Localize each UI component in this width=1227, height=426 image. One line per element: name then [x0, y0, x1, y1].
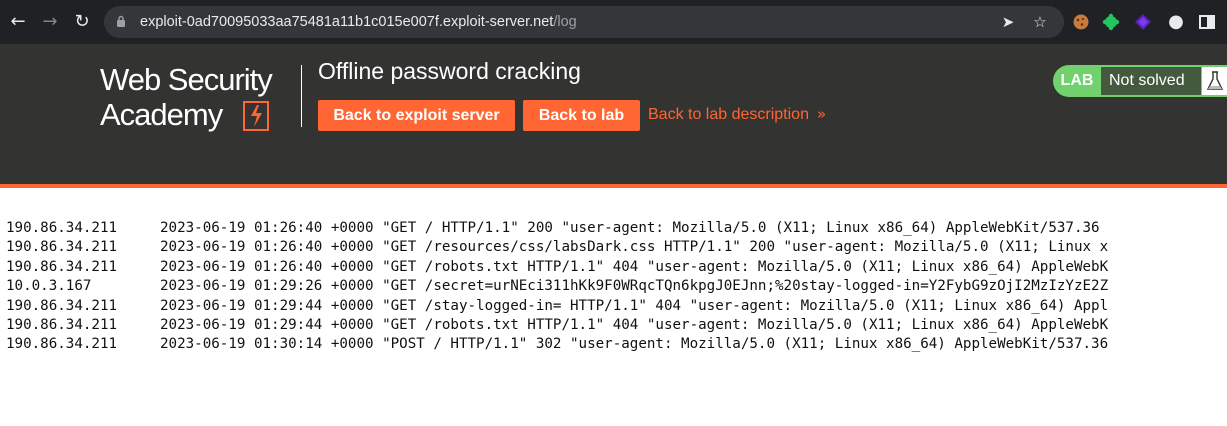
cookie-extension-icon[interactable]	[1072, 13, 1090, 31]
green-extension-icon[interactable]	[1102, 13, 1120, 31]
log-entry: 190.86.34.211 2023-06-19 01:26:40 +0000 "…	[6, 219, 1108, 238]
back-arrow-icon[interactable]: ←	[6, 10, 30, 34]
lab-title: Offline password cracking	[318, 58, 581, 84]
url-text[interactable]: exploit-0ad70095033aa75481a11b1c015e007f…	[140, 6, 577, 38]
sidepanel-icon[interactable]	[1198, 13, 1216, 31]
browser-toolbar: ← → ↻ exploit-0ad70095033aa75481a11b1c01…	[0, 0, 1227, 44]
log-entry: 190.86.34.211 2023-06-19 01:30:14 +0000 "…	[6, 335, 1108, 354]
forward-arrow-icon[interactable]: →	[38, 10, 62, 34]
log-entry: 190.86.34.211 2023-06-19 01:26:40 +0000 "…	[6, 238, 1108, 257]
flask-icon	[1201, 67, 1227, 95]
logo-line-1: Web Security	[100, 62, 273, 97]
log-entry-text: 2023-06-19 01:29:44 +0000 "GET /stay-log…	[160, 297, 1109, 314]
log-entry-ip: 190.86.34.211	[6, 316, 118, 333]
log-entry-ip: 190.86.34.211	[6, 239, 118, 256]
log-entry-text: 2023-06-19 01:26:40 +0000 "GET /robots.t…	[160, 258, 1109, 275]
send-icon[interactable]: ➤	[1000, 14, 1016, 30]
url-path: /log	[553, 14, 577, 30]
back-to-lab-description-link[interactable]: Back to lab description	[648, 106, 809, 124]
logo-bolt-icon	[243, 101, 269, 131]
header-accent-bar	[0, 184, 1227, 188]
log-entry-text: 2023-06-19 01:26:40 +0000 "GET / HTTP/1.…	[160, 220, 1100, 236]
log-entry-ip: 190.86.34.211	[6, 336, 118, 353]
log-entry-ip: 190.86.34.211	[6, 297, 118, 314]
back-to-lab-button[interactable]: Back to lab	[523, 100, 640, 131]
address-bar[interactable]: exploit-0ad70095033aa75481a11b1c015e007f…	[104, 6, 1064, 38]
log-entry-ip: 10.0.3.167	[6, 278, 92, 295]
access-log: 190.86.34.211 2023-06-19 01:26:40 +0000 "…	[6, 219, 1108, 355]
back-to-exploit-server-button[interactable]: Back to exploit server	[318, 100, 515, 131]
log-entry-ip: 190.86.34.211	[6, 220, 118, 236]
logo-line-2: Academy	[100, 97, 223, 132]
double-chevron-icon: »	[817, 105, 827, 123]
purple-extension-icon[interactable]	[1134, 13, 1152, 31]
log-entry-ip: 190.86.34.211	[6, 258, 118, 275]
url-host: exploit-0ad70095033aa75481a11b1c015e007f…	[140, 14, 554, 30]
logo-separator	[301, 65, 302, 127]
log-entry-text: 2023-06-19 01:29:44 +0000 "GET /robots.t…	[160, 316, 1109, 333]
log-entry-text: 2023-06-19 01:30:14 +0000 "POST / HTTP/1…	[160, 336, 1109, 353]
lab-status-tag: LAB	[1053, 65, 1101, 97]
star-icon[interactable]: ☆	[1032, 14, 1048, 30]
log-entry-text: 2023-06-19 01:26:40 +0000 "GET /resource…	[160, 239, 1109, 256]
log-entry: 190.86.34.211 2023-06-19 01:29:44 +0000 "…	[6, 297, 1108, 316]
log-entry: 190.86.34.211 2023-06-19 01:29:44 +0000 "…	[6, 316, 1108, 335]
puzzle-icon[interactable]: ●	[1164, 10, 1188, 34]
log-entry-text: 2023-06-19 01:29:26 +0000 "GET /secret=u…	[160, 278, 1109, 295]
log-entry: 10.0.3.167 2023-06-19 01:29:26 +0000 "GET…	[6, 277, 1108, 296]
reload-icon[interactable]: ↻	[70, 10, 94, 34]
log-entry: 190.86.34.211 2023-06-19 01:26:40 +0000 "…	[6, 258, 1108, 277]
lock-icon	[117, 15, 125, 27]
